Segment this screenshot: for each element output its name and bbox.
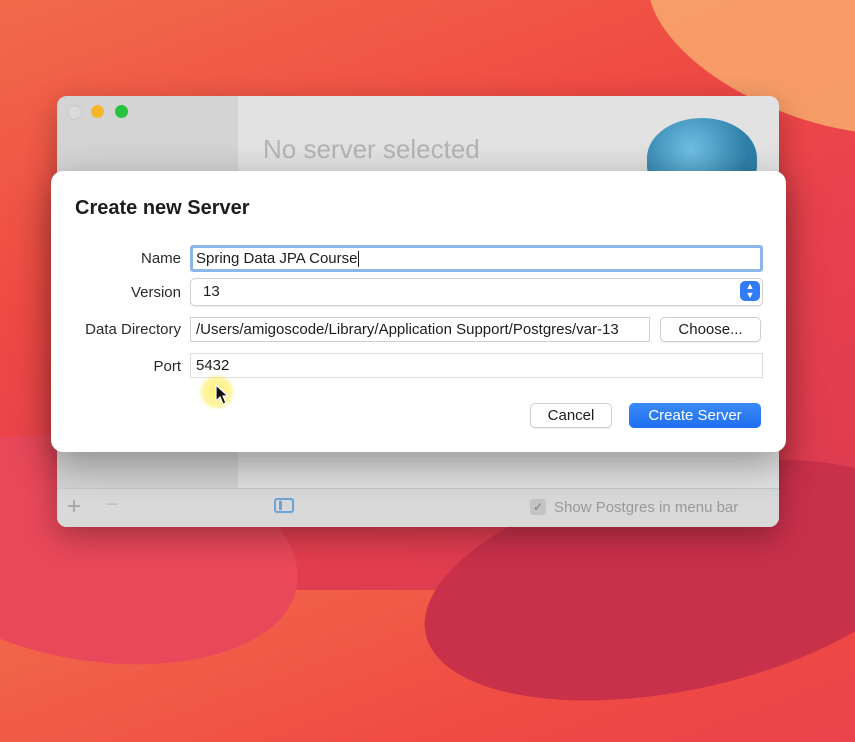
data-directory-input[interactable]: /Users/amigoscode/Library/Application Su… xyxy=(190,317,650,342)
port-label: Port xyxy=(153,358,181,375)
no-server-heading: No server selected xyxy=(263,134,480,164)
minimize-window-button[interactable] xyxy=(91,105,104,118)
cancel-button[interactable]: Cancel xyxy=(530,403,612,428)
data-directory-label: Data Directory xyxy=(85,321,181,338)
version-label: Version xyxy=(130,284,181,301)
version-value: 13 xyxy=(203,283,220,300)
chevron-up-down-icon: ▲ ▼ xyxy=(740,281,760,301)
create-server-dialog: Create new Server Name Spring Data JPA C… xyxy=(51,171,786,452)
create-server-button[interactable]: Create Server xyxy=(629,403,761,428)
sidebar-icon[interactable] xyxy=(274,498,294,513)
bottom-toolbar: + − ✓ Show Postgres in menu bar xyxy=(57,488,779,527)
minus-icon[interactable]: − xyxy=(105,491,119,519)
plus-icon[interactable]: + xyxy=(67,493,81,521)
show-in-menubar-checkbox[interactable]: ✓ xyxy=(530,499,546,515)
port-input[interactable]: 5432 xyxy=(190,353,763,378)
dialog-title: Create new Server xyxy=(75,197,250,219)
name-value: Spring Data JPA Course xyxy=(196,250,358,267)
text-caret xyxy=(358,251,360,268)
show-in-menubar-label: Show Postgres in menu bar xyxy=(554,499,739,516)
name-input[interactable]: Spring Data JPA Course xyxy=(190,245,763,272)
maximize-window-button[interactable] xyxy=(115,105,128,118)
mouse-pointer-icon xyxy=(215,384,229,405)
version-select[interactable]: 13 ▲ ▼ xyxy=(190,278,763,306)
name-label: Name xyxy=(140,250,181,267)
choose-button[interactable]: Choose... xyxy=(660,317,761,342)
close-window-button[interactable] xyxy=(67,105,82,120)
